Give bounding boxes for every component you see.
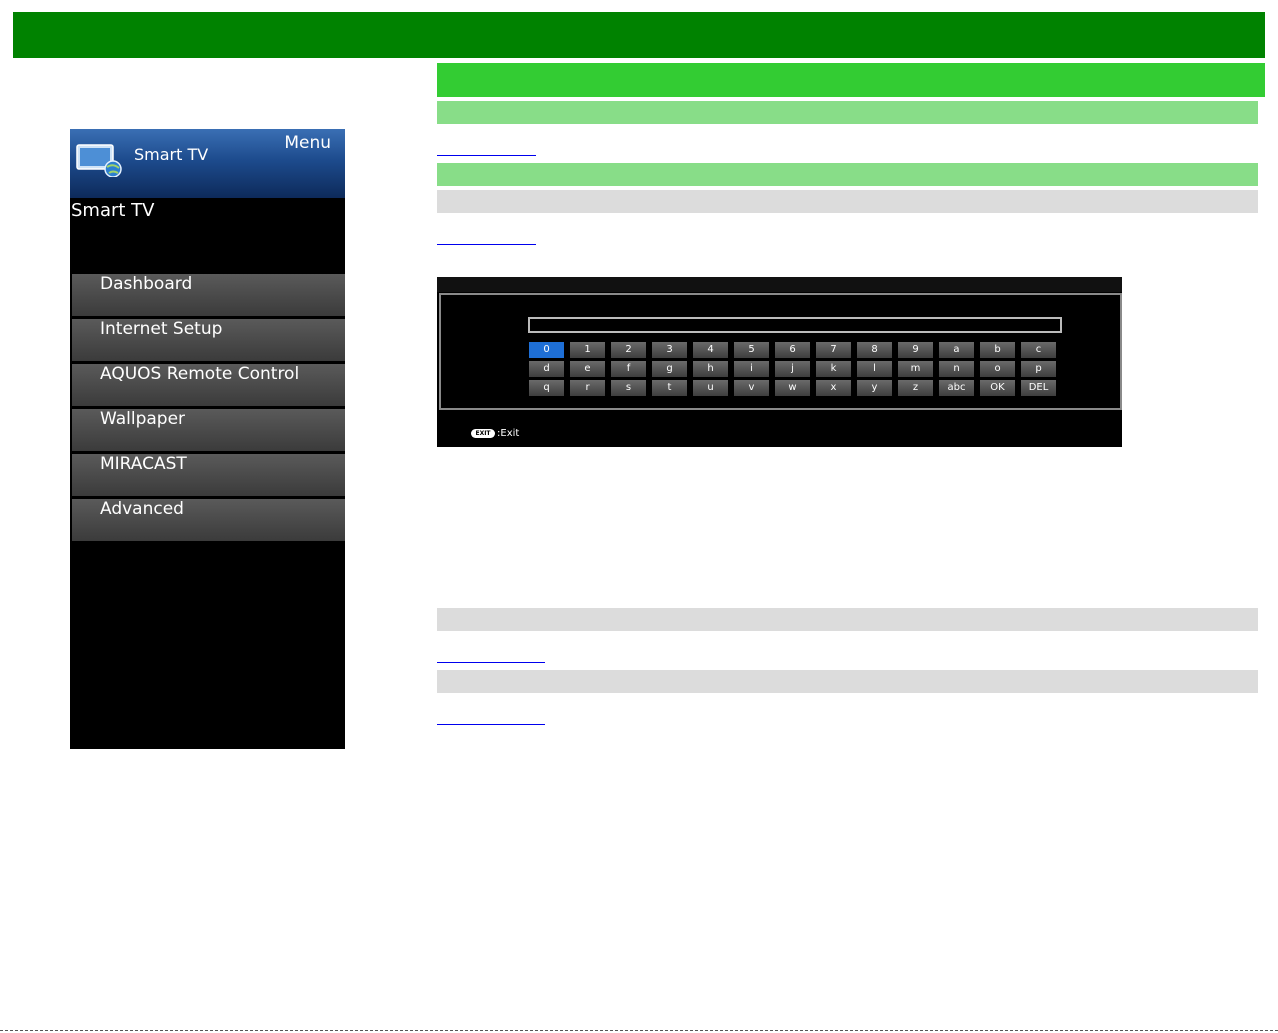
keyboard-key[interactable]: c: [1021, 342, 1056, 358]
keyboard-key[interactable]: i: [734, 361, 769, 377]
keyboard-key[interactable]: 5: [734, 342, 769, 358]
section-title-bar: [437, 63, 1265, 97]
menu-header: Smart TV Menu: [70, 129, 345, 198]
menu-item-label: Internet Setup: [100, 319, 223, 339]
exit-label: :Exit: [497, 428, 520, 439]
keyboard-key[interactable]: s: [611, 380, 646, 396]
smart-tv-globe-icon: [76, 144, 122, 177]
keyboard-keys: 0 1 2 3 4 5 6 7 8 9 a b c d e f g h i j k l m n o p q r s t u v w x y z abc O…: [529, 342, 1056, 396]
keyboard-key[interactable]: z: [898, 380, 933, 396]
software-keyboard: 0 1 2 3 4 5 6 7 8 9 a b c d e f g h i j k l m n o p q r s t u v w x y z abc O…: [437, 277, 1122, 447]
keyboard-key[interactable]: 8: [857, 342, 892, 358]
page-link[interactable]: [437, 152, 536, 156]
keyboard-key[interactable]: OK: [980, 380, 1015, 396]
keyboard-key[interactable]: n: [939, 361, 974, 377]
menu-item-label: MIRACAST: [100, 454, 187, 474]
page-link[interactable]: [437, 241, 536, 245]
menu-item-label: Dashboard: [100, 274, 193, 294]
keyboard-key[interactable]: 6: [775, 342, 810, 358]
page-bottom-divider: [0, 1030, 1278, 1031]
menu-item-miracast[interactable]: MIRACAST: [72, 454, 345, 496]
keyboard-title-strip: [437, 277, 1122, 292]
menu-item-dashboard[interactable]: Dashboard: [72, 274, 345, 316]
keyboard-key[interactable]: g: [652, 361, 687, 377]
keyboard-frame: 0 1 2 3 4 5 6 7 8 9 a b c d e f g h i j k l m n o p q r s t u v w x y z abc O…: [439, 293, 1122, 410]
keyboard-key[interactable]: k: [816, 361, 851, 377]
menu-item-label: Wallpaper: [100, 409, 186, 429]
exit-hint: EXIT :Exit: [471, 428, 519, 439]
keyboard-key[interactable]: 4: [693, 342, 728, 358]
keyboard-key[interactable]: e: [570, 361, 605, 377]
keyboard-key[interactable]: x: [816, 380, 851, 396]
keyboard-key[interactable]: w: [775, 380, 810, 396]
keyboard-key[interactable]: b: [980, 342, 1015, 358]
menu-list: Dashboard Internet Setup AQUOS Remote Co…: [72, 274, 345, 544]
keyboard-key[interactable]: f: [611, 361, 646, 377]
keyboard-key[interactable]: j: [775, 361, 810, 377]
menu-item-advanced[interactable]: Advanced: [72, 499, 345, 541]
exit-button-icon: EXIT: [471, 429, 495, 438]
page-link[interactable]: [437, 721, 545, 725]
menu-title: Smart TV: [71, 200, 155, 221]
keyboard-key[interactable]: v: [734, 380, 769, 396]
note-bar: [437, 190, 1258, 213]
keyboard-key[interactable]: abc: [939, 380, 974, 396]
keyboard-key[interactable]: DEL: [1021, 380, 1056, 396]
keyboard-key[interactable]: y: [857, 380, 892, 396]
keyboard-key[interactable]: p: [1021, 361, 1056, 377]
menu-item-label: Advanced: [100, 499, 184, 519]
keyboard-key[interactable]: m: [898, 361, 933, 377]
menu-app-name: Smart TV: [134, 145, 209, 164]
keyboard-key[interactable]: o: [980, 361, 1015, 377]
keyboard-key[interactable]: d: [529, 361, 564, 377]
keyboard-key[interactable]: 3: [652, 342, 687, 358]
keyboard-key[interactable]: u: [693, 380, 728, 396]
keyboard-key[interactable]: l: [857, 361, 892, 377]
page-link[interactable]: [437, 659, 545, 663]
subsection-bar: [437, 101, 1258, 124]
menu-item-internet-setup[interactable]: Internet Setup: [72, 319, 345, 361]
page-header-bar: [13, 12, 1265, 58]
subsection-bar: [437, 163, 1258, 186]
menu-label: Menu: [284, 133, 331, 153]
note-bar: [437, 670, 1258, 693]
keyboard-key[interactable]: h: [693, 361, 728, 377]
keyboard-key[interactable]: 7: [816, 342, 851, 358]
keyboard-key[interactable]: q: [529, 380, 564, 396]
keyboard-key[interactable]: a: [939, 342, 974, 358]
menu-item-aquos-remote-control[interactable]: AQUOS Remote Control: [72, 364, 345, 406]
keyboard-key[interactable]: 0: [529, 342, 564, 358]
menu-item-label: AQUOS Remote Control: [100, 364, 300, 384]
keyboard-key[interactable]: 9: [898, 342, 933, 358]
keyboard-input-field[interactable]: [528, 317, 1062, 333]
keyboard-key[interactable]: r: [570, 380, 605, 396]
menu-item-wallpaper[interactable]: Wallpaper: [72, 409, 345, 451]
keyboard-key[interactable]: 2: [611, 342, 646, 358]
keyboard-key[interactable]: t: [652, 380, 687, 396]
note-bar: [437, 608, 1258, 631]
smart-tv-menu: Smart TV Menu Smart TV Dashboard Interne…: [70, 129, 345, 749]
keyboard-key[interactable]: 1: [570, 342, 605, 358]
